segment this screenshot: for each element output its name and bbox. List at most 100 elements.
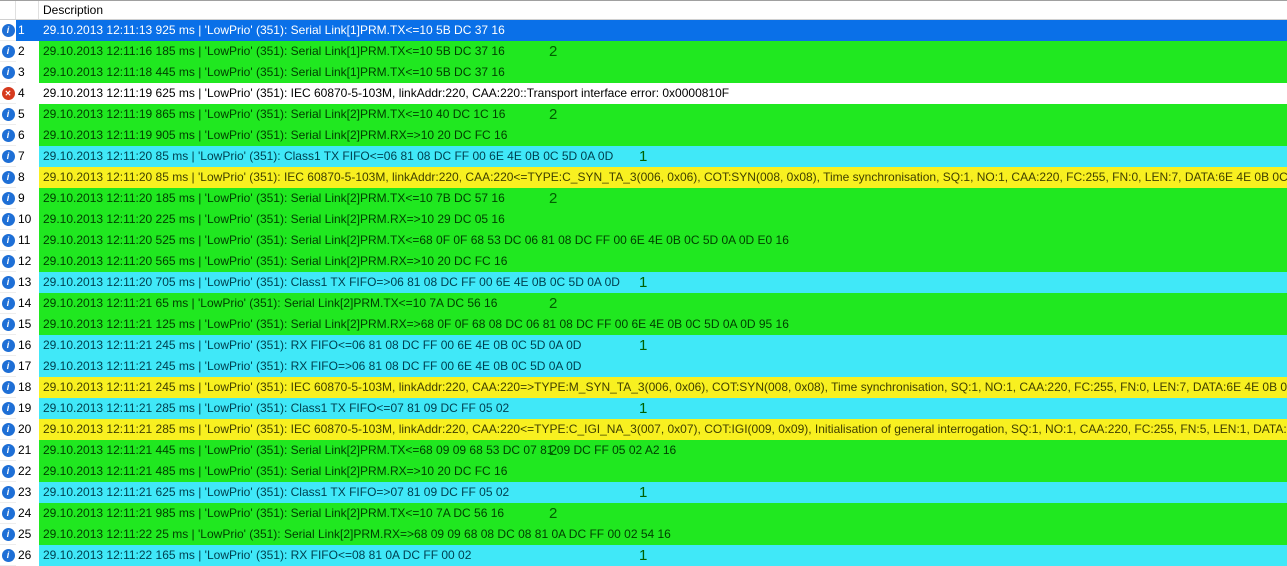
row-description: 29.10.2013 12:11:22 25 ms | 'LowPrio' (3… (39, 524, 1287, 545)
row-icon-cell (0, 423, 16, 436)
info-icon (2, 507, 15, 520)
row-text: 29.10.2013 12:11:18 445 ms | 'LowPrio' (… (43, 65, 505, 79)
info-icon (2, 486, 15, 499)
row-annotation: 1 (639, 398, 647, 419)
row-icon-cell (0, 318, 16, 331)
row-text: 29.10.2013 12:11:21 245 ms | 'LowPrio' (… (43, 380, 1287, 394)
header-icon-col[interactable] (0, 1, 16, 19)
header-number-col[interactable] (16, 1, 39, 19)
log-row[interactable]: 829.10.2013 12:11:20 85 ms | 'LowPrio' (… (0, 167, 1287, 188)
row-icon-cell (0, 150, 16, 163)
info-icon (2, 423, 15, 436)
row-number: 18 (16, 377, 39, 398)
log-row[interactable]: 7 29.10.2013 12:11:20 85 ms | 'LowPrio' (… (0, 146, 1287, 167)
log-row[interactable]: 1729.10.2013 12:11:21 245 ms | 'LowPrio'… (0, 356, 1287, 377)
info-icon (2, 66, 15, 79)
row-text: 29.10.2013 12:11:16 185 ms | 'LowPrio' (… (43, 44, 505, 58)
row-text: 29.10.2013 12:11:21 125 ms | 'LowPrio' (… (43, 317, 789, 331)
info-icon (2, 255, 15, 268)
row-number: 19 (16, 398, 39, 419)
log-row[interactable]: 1429.10.2013 12:11:21 65 ms | 'LowPrio' … (0, 293, 1287, 314)
row-description: 29.10.2013 12:11:20 85 ms | 'LowPrio' (3… (39, 167, 1287, 188)
row-icon-cell (0, 528, 16, 541)
log-row[interactable]: 2529.10.2013 12:11:22 25 ms | 'LowPrio' … (0, 524, 1287, 545)
log-row[interactable]: 13 29.10.2013 12:11:20 705 ms | 'LowPrio'… (0, 272, 1287, 293)
log-row[interactable]: 1529.10.2013 12:11:21 125 ms | 'LowPrio'… (0, 314, 1287, 335)
row-text: 29.10.2013 12:11:20 85 ms | 'LowPrio' (3… (43, 149, 613, 163)
log-row[interactable]: 2629.10.2013 12:11:22 165 ms | 'LowPrio'… (0, 545, 1287, 566)
row-icon-cell (0, 381, 16, 394)
row-description: 29.10.2013 12:11:20 525 ms | 'LowPrio' (… (39, 230, 1287, 251)
log-row[interactable]: 2029.10.2013 12:11:21 285 ms | 'LowPrio'… (0, 419, 1287, 440)
log-row[interactable]: 1129.10.2013 12:11:20 525 ms | 'LowPrio'… (0, 230, 1287, 251)
row-number: 22 (16, 461, 39, 482)
log-row[interactable]: 2329.10.2013 12:11:21 625 ms | 'LowPrio'… (0, 482, 1287, 503)
log-row[interactable]: 2129.10.2013 12:11:21 445 ms | 'LowPrio'… (0, 440, 1287, 461)
row-description: 29.10.2013 12:11:20 85 ms | 'LowPrio' (3… (39, 146, 1287, 167)
log-row[interactable]: 1929.10.2013 12:11:21 285 ms | 'LowPrio'… (0, 398, 1287, 419)
info-icon (2, 150, 15, 163)
info-icon (2, 465, 15, 478)
log-row[interactable]: 3 29.10.2013 12:11:18 445 ms | 'LowPrio' … (0, 62, 1287, 83)
row-number: 6 (16, 125, 39, 146)
row-icon-cell (0, 129, 16, 142)
row-description: 29.10.2013 12:11:19 865 ms | 'LowPrio' (… (39, 104, 1287, 125)
log-row[interactable]: 6 29.10.2013 12:11:19 905 ms | 'LowPrio' … (0, 125, 1287, 146)
row-description: 29.10.2013 12:11:21 285 ms | 'LowPrio' (… (39, 398, 1287, 419)
row-annotation: 2 (549, 503, 557, 524)
row-icon-cell (0, 339, 16, 352)
row-icon-cell (0, 108, 16, 121)
row-annotation: 2 (549, 188, 557, 209)
info-icon (2, 402, 15, 415)
info-icon (2, 108, 15, 121)
row-text: 29.10.2013 12:11:21 245 ms | 'LowPrio' (… (43, 338, 581, 352)
row-number: 24 (16, 503, 39, 524)
row-description: 29.10.2013 12:11:21 245 ms | 'LowPrio' (… (39, 356, 1287, 377)
log-row[interactable]: 929.10.2013 12:11:20 185 ms | 'LowPrio' … (0, 188, 1287, 209)
log-row[interactable]: 2 29.10.2013 12:11:16 185 ms | 'LowPrio' … (0, 41, 1287, 62)
header-description-col[interactable]: Description (39, 1, 1287, 20)
row-text: 29.10.2013 12:11:20 185 ms | 'LowPrio' (… (43, 191, 505, 205)
row-number: 3 (16, 62, 39, 83)
info-icon (2, 45, 15, 58)
row-number: 13 (16, 272, 39, 293)
row-text: 29.10.2013 12:11:20 705 ms | 'LowPrio' (… (43, 275, 620, 289)
info-icon (2, 213, 15, 226)
row-description: 29.10.2013 12:11:20 225 ms | 'LowPrio' (… (39, 209, 1287, 230)
row-number: 11 (16, 230, 39, 251)
row-number: 2 (16, 41, 39, 62)
log-row[interactable]: 1229.10.2013 12:11:20 565 ms | 'LowPrio'… (0, 251, 1287, 272)
row-number: 5 (16, 104, 39, 125)
row-number: 4 (16, 83, 39, 104)
row-icon-cell (0, 549, 16, 562)
row-icon-cell (0, 402, 16, 415)
row-number: 10 (16, 209, 39, 230)
row-number: 17 (16, 356, 39, 377)
log-row[interactable]: 18 29.10.2013 12:11:21 245 ms | 'LowPrio'… (0, 377, 1287, 398)
row-description: 29.10.2013 12:11:21 125 ms | 'LowPrio' (… (39, 314, 1287, 335)
log-row[interactable]: 429.10.2013 12:11:19 625 ms | 'LowPrio' … (0, 83, 1287, 104)
row-text: 29.10.2013 12:11:20 225 ms | 'LowPrio' (… (43, 212, 505, 226)
row-text: 29.10.2013 12:11:21 985 ms | 'LowPrio' (… (43, 506, 504, 520)
row-annotation: 2 (549, 41, 557, 62)
log-row[interactable]: 24 29.10.2013 12:11:21 985 ms | 'LowPrio'… (0, 503, 1287, 524)
log-row[interactable]: 129.10.2013 12:11:13 925 ms | 'LowPrio' … (0, 20, 1287, 41)
row-annotation: 2 (549, 440, 557, 461)
info-icon (2, 129, 15, 142)
info-icon (2, 234, 15, 247)
log-row[interactable]: 2229.10.2013 12:11:21 485 ms | 'LowPrio'… (0, 461, 1287, 482)
row-icon-cell (0, 192, 16, 205)
row-text: 29.10.2013 12:11:22 165 ms | 'LowPrio' (… (43, 548, 471, 562)
row-icon-cell (0, 276, 16, 289)
row-text: 29.10.2013 12:11:21 285 ms | 'LowPrio' (… (43, 422, 1287, 436)
row-description: 29.10.2013 12:11:21 445 ms | 'LowPrio' (… (39, 440, 1287, 461)
log-row[interactable]: 1629.10.2013 12:11:21 245 ms | 'LowPrio'… (0, 335, 1287, 356)
row-annotation: 1 (639, 272, 647, 293)
row-number: 21 (16, 440, 39, 461)
log-row[interactable]: 529.10.2013 12:11:19 865 ms | 'LowPrio' … (0, 104, 1287, 125)
row-icon-cell (0, 444, 16, 457)
row-text: 29.10.2013 12:11:19 905 ms | 'LowPrio' (… (43, 128, 507, 142)
row-number: 7 (16, 146, 39, 167)
row-icon-cell (0, 465, 16, 478)
log-row[interactable]: 10 29.10.2013 12:11:20 225 ms | 'LowPrio'… (0, 209, 1287, 230)
